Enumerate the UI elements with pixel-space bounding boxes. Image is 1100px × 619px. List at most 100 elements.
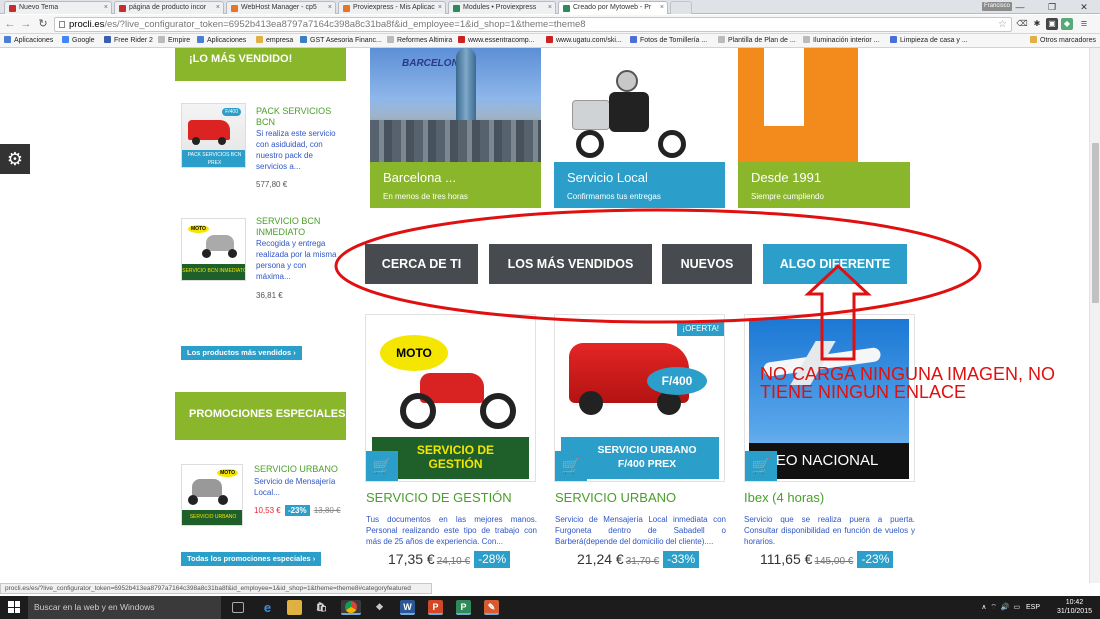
product-description: Servicio de Mensajería Local...: [254, 477, 336, 497]
product-title-link[interactable]: SERVICIO DE GESTIÓN: [366, 490, 512, 505]
product-description: Servicio de Mensajería Local inmediata c…: [555, 515, 726, 546]
browser-tab[interactable]: Proviexpress - Mis Aplicac ×: [338, 1, 446, 14]
courier-motorbike-image: [554, 48, 725, 162]
banner-barcelona[interactable]: BARCELONA Barcelona ... En menos de tres…: [370, 48, 541, 208]
bookmark-item[interactable]: Limpieza de casa y ...: [890, 36, 968, 46]
bookmark-item[interactable]: www.essentracomp...: [458, 36, 535, 46]
best-sellers-heading: ¡LO MÁS VENDIDO!: [175, 48, 346, 81]
scooter-image: MOTO: [182, 465, 242, 511]
close-tab-icon[interactable]: ×: [328, 2, 332, 14]
product-card[interactable]: MOTO SERVICIO DE GESTIÓN 🛒: [365, 314, 536, 482]
url-input[interactable]: procli.es/es/?live_configurator_token=69…: [54, 17, 1012, 32]
all-promotions-link-button[interactable]: Todas los promociones especiales ›: [181, 552, 322, 566]
edge-browser-icon[interactable]: e: [260, 600, 275, 615]
scrollbar-thumb[interactable]: [1092, 143, 1099, 303]
old-price: 24,10 €: [436, 556, 471, 567]
close-tab-icon[interactable]: ×: [438, 2, 442, 14]
add-to-cart-button[interactable]: 🛒: [745, 451, 777, 481]
bookmark-item[interactable]: Free Rider 2: [104, 36, 153, 46]
bookmark-item[interactable]: Google: [62, 36, 95, 46]
product-title-link[interactable]: Ibex (4 horas): [744, 490, 824, 505]
add-to-cart-button[interactable]: 🛒: [555, 451, 587, 481]
close-tab-icon[interactable]: ×: [216, 2, 220, 14]
windows-start-icon[interactable]: [8, 601, 20, 613]
tab-algo-diferente[interactable]: ALGO DIFERENTE: [763, 244, 907, 284]
product-thumbnail[interactable]: MOTO SERVICIO URBANO: [181, 464, 243, 526]
site-favicon-icon: [104, 36, 111, 43]
product-thumbnail[interactable]: F/400 PACK SERVICIOS BCN PREX: [181, 103, 246, 168]
publisher-icon[interactable]: P: [456, 600, 471, 615]
bookmark-item[interactable]: Fotos de Tornillería ...: [630, 36, 707, 46]
tab-nuevos[interactable]: NUEVOS: [662, 244, 752, 284]
bookmark-item[interactable]: GST Asesoria Financ...: [300, 36, 382, 46]
tab-mas-vendidos[interactable]: LOS MÁS VENDIDOS: [489, 244, 652, 284]
bookmark-item[interactable]: Empire: [158, 36, 190, 46]
volume-icon[interactable]: 🔊: [1001, 604, 1010, 611]
bookmark-item[interactable]: Aplicaciones: [197, 36, 246, 46]
maximize-icon[interactable]: ❐: [1036, 0, 1068, 14]
browser-tab[interactable]: WebHost Manager - cp5 ×: [226, 1, 336, 14]
tab-cerca-de-ti[interactable]: CERCA DE TI: [365, 244, 478, 284]
product-card[interactable]: ¡OFERTA! F/400 SERVICIO URBANO F/400 PRE…: [554, 314, 725, 482]
product-title-link[interactable]: SERVICIO URBANO: [254, 464, 349, 475]
chevron-right-icon: ›: [312, 554, 316, 563]
page-info-icon[interactable]: [59, 21, 65, 28]
extension-icon[interactable]: ◆: [1061, 18, 1073, 30]
task-view-icon[interactable]: [232, 602, 244, 613]
puzzle-extension-icon[interactable]: ✱: [1031, 18, 1043, 30]
bookmark-item[interactable]: Reformes Altimira: [387, 36, 452, 46]
close-window-icon[interactable]: ✕: [1068, 0, 1100, 14]
language-indicator[interactable]: ESP: [1026, 604, 1040, 611]
theme-configurator-gear-icon[interactable]: ⚙: [0, 144, 30, 174]
product-title-link[interactable]: SERVICIO URBANO: [555, 490, 676, 505]
bookmark-star-icon[interactable]: ☆: [998, 18, 1007, 31]
close-tab-icon[interactable]: ×: [548, 2, 552, 14]
chrome-taskbar-icon[interactable]: [341, 600, 361, 615]
folder-icon: [256, 36, 263, 43]
extension-icon[interactable]: ⌫: [1016, 18, 1028, 30]
back-icon[interactable]: ←: [4, 18, 16, 30]
chrome-menu-icon[interactable]: ≡: [1078, 18, 1090, 30]
browser-tab[interactable]: Nuevo Tema ×: [4, 1, 112, 14]
powerpoint-icon[interactable]: P: [428, 600, 443, 615]
site-favicon-icon: [546, 36, 553, 43]
product-title-link[interactable]: PACK SERVICIOS BCN: [256, 106, 346, 128]
bookmark-folder[interactable]: empresa: [256, 36, 293, 46]
reload-icon[interactable]: ↻: [37, 18, 49, 30]
product-title-link[interactable]: SERVICIO BCN INMEDIATO: [256, 216, 346, 238]
banner-desde-1991[interactable]: Desde 1991 Siempre cumpliendo: [738, 48, 910, 208]
browser-tab[interactable]: Modules • Proviexpress ×: [448, 1, 556, 14]
product-price: 21,24 €: [577, 551, 624, 567]
store-icon[interactable]: 🛍: [314, 600, 329, 615]
bookmark-folder-other[interactable]: Otros marcadores: [1030, 36, 1096, 46]
bookmark-item[interactable]: Aplicaciones: [4, 36, 53, 46]
best-sellers-link-button[interactable]: Los productos más vendidos ›: [181, 346, 302, 360]
paint-app-icon[interactable]: ✎: [484, 600, 499, 615]
new-tab-button[interactable]: [670, 1, 692, 14]
browser-tab-active[interactable]: Creado por Mytoweb - Pr ×: [558, 1, 668, 14]
page-icon: [718, 36, 725, 43]
bookmark-item[interactable]: www.ugatu.com/ski...: [546, 36, 622, 46]
battery-icon[interactable]: ▭: [1014, 604, 1021, 611]
system-clock[interactable]: 10:42 31/10/2015: [1057, 598, 1092, 616]
page-scrollbar[interactable]: [1089, 48, 1100, 583]
tray-chevron-up-icon[interactable]: ∧: [981, 604, 986, 611]
product-price: 10,53 €: [254, 506, 281, 515]
add-to-cart-button[interactable]: 🛒: [366, 451, 398, 481]
forward-icon[interactable]: →: [20, 18, 32, 30]
bookmark-item[interactable]: Plantilla de Plan de ...: [718, 36, 796, 46]
extension-icon[interactable]: ▣: [1046, 18, 1058, 30]
bookmark-item[interactable]: Iluminación interior ...: [803, 36, 880, 46]
product-thumbnail[interactable]: MOTO SERVICIO BCN INMEDIATO: [181, 218, 246, 281]
close-tab-icon[interactable]: ×: [660, 2, 664, 14]
word-icon[interactable]: W: [400, 600, 415, 615]
minimize-icon[interactable]: —: [1004, 0, 1036, 14]
banner-servicio-local[interactable]: Servicio Local Confirmamos tus entregas: [554, 48, 725, 208]
browser-tab[interactable]: página de producto incor ×: [114, 1, 224, 14]
taskbar-search-input[interactable]: Buscar en la web y en Windows: [28, 596, 221, 619]
file-explorer-icon[interactable]: [287, 600, 302, 615]
network-icon[interactable]: ⌔: [990, 604, 997, 611]
close-tab-icon[interactable]: ×: [104, 2, 108, 14]
product-price-row: 21,24 €31,70 € -33%: [577, 551, 700, 568]
network-app-icon[interactable]: ❖: [372, 600, 387, 615]
